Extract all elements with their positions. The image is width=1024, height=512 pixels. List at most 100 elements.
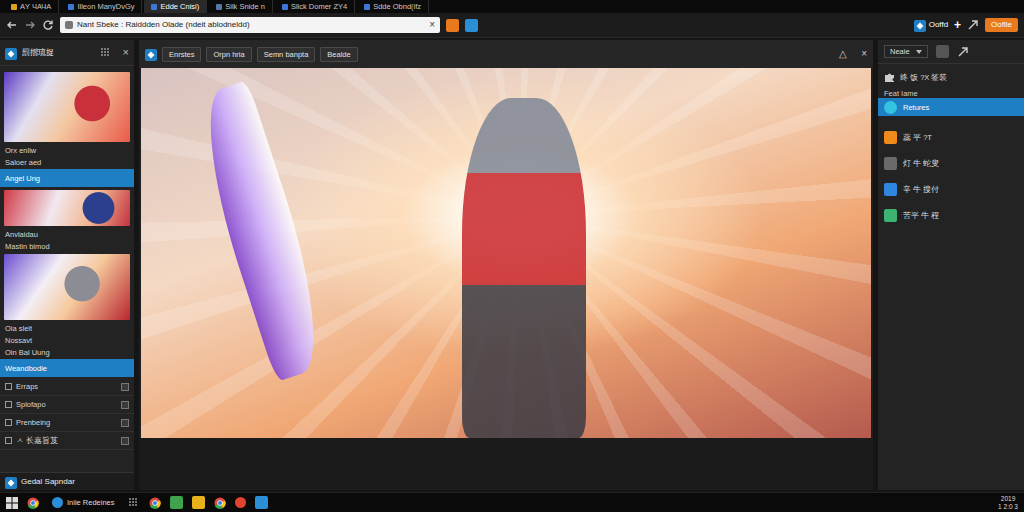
account-label: Ooffd <box>929 20 948 30</box>
thumbnail[interactable] <box>4 190 130 226</box>
sidebar-item[interactable]: Anvlaidau <box>0 228 134 240</box>
sidebar-item[interactable]: Nossavt <box>0 334 134 346</box>
reload-icon[interactable] <box>42 19 54 31</box>
illustration[interactable] <box>141 68 871 438</box>
sidebar-item-label: Oin Bal Uung <box>5 348 50 357</box>
browser-tab[interactable]: АΥ ЧАЧА <box>4 0 59 13</box>
gallery-sidebar: 罰摺琉捉×Orx enliwSaloer aedAngel UngAnvlaid… <box>0 40 134 490</box>
panel-heading-label: 终 饭 ?X 签装 <box>900 73 947 82</box>
browser-icon[interactable] <box>27 497 39 509</box>
sidebar-item[interactable]: Weandbodie <box>0 359 134 377</box>
browser-tab[interactable]: Slick Domer ZY4 <box>275 0 355 13</box>
caret-icon <box>916 50 922 54</box>
task-view-icon[interactable] <box>128 497 140 509</box>
viewer-logo-icon <box>145 48 157 60</box>
extension-icon[interactable] <box>465 19 478 32</box>
toolbar-button[interactable]: Bealde <box>320 47 357 62</box>
browser-icon[interactable] <box>149 497 161 509</box>
sidebar-list: Orx enliwSaloer aed Angel Ung Anvlaidau Mas… <box>0 66 134 472</box>
panel-item[interactable]: Retures <box>878 98 1024 116</box>
sidebar-item-label: Angel Ung <box>5 174 40 183</box>
account-logo-icon <box>914 19 926 31</box>
toolbar-button[interactable]: Enrstes <box>162 47 201 62</box>
sidebar-item[interactable]: Mastin bimod <box>0 240 134 252</box>
panel-item-label: 苦平 牛 程 <box>903 211 939 220</box>
clear-url-button[interactable]: × <box>429 20 435 30</box>
app-icon <box>52 497 63 508</box>
chrome-icon[interactable] <box>214 497 226 509</box>
browser-tab[interactable]: Sdde Obnd(ifz <box>357 0 429 13</box>
sidebar-option[interactable]: Prenbeing <box>0 414 134 432</box>
properties-panel: Neaie 终 饭 ?X 签装 Feat IameRetures 蕊 平 ?T灯 牛 … <box>878 40 1024 490</box>
expand-icon[interactable] <box>121 437 129 445</box>
sidebar-option[interactable]: ㅅ 长嘉旨芨 <box>0 432 134 450</box>
option-box-icon <box>5 401 12 408</box>
expand-icon[interactable] <box>121 383 129 391</box>
new-tab-button[interactable]: + <box>954 19 961 31</box>
blade-shape <box>184 80 338 382</box>
tab-label: Slick Domer ZY4 <box>291 2 347 11</box>
sidebar-item[interactable]: Oin Bal Uung <box>0 346 134 358</box>
option-box-icon <box>5 383 12 390</box>
folder-icon[interactable] <box>192 496 205 509</box>
sidebar-item[interactable]: Orx enliw <box>0 144 134 156</box>
taskbar: Iniie Redeines 20191 2:0 3 <box>0 492 1024 512</box>
sidebar-option[interactable]: Erraps <box>0 378 134 396</box>
sidebar-item-label: Anvlaidau <box>5 230 38 239</box>
back-arrow-icon[interactable] <box>6 19 18 31</box>
menu-icon[interactable] <box>936 45 949 58</box>
expand-icon[interactable] <box>121 419 129 427</box>
bookmark-icon[interactable] <box>446 19 459 32</box>
close-sidebar-button[interactable]: × <box>123 47 129 58</box>
panel-item[interactable]: 蕊 平 ?T <box>878 124 1024 150</box>
toolbar-button[interactable]: Orpn hria <box>206 47 251 62</box>
sidebar-option[interactable]: Splofapo <box>0 396 134 414</box>
thumbnail[interactable] <box>4 254 130 320</box>
app-logo-icon <box>5 476 17 488</box>
browser-tab[interactable]: Silk Snide n <box>209 0 273 13</box>
sidebar-item-label: Mastin bimod <box>5 242 50 251</box>
account-button[interactable]: Ooffd <box>914 19 948 31</box>
share-icon[interactable] <box>957 46 969 58</box>
panel-subheading: Feat Iame <box>878 84 1024 98</box>
files-icon[interactable] <box>170 496 183 509</box>
action-button[interactable]: Ooflle <box>985 18 1018 32</box>
expand-icon[interactable] <box>121 401 129 409</box>
sidebar-item-label: Oia sleit <box>5 324 32 333</box>
clock[interactable]: 20191 2:0 3 <box>998 495 1018 509</box>
toolbar-button[interactable]: Semn banpta <box>257 47 316 62</box>
view-dropdown[interactable]: Neaie <box>884 45 928 58</box>
item-icon <box>884 183 897 196</box>
share-icon[interactable] <box>967 19 979 31</box>
close-viewer-button[interactable]: × <box>861 49 867 59</box>
sidebar-item[interactable]: Angel Ung <box>0 169 134 187</box>
sidebar-item[interactable]: Saloer aed <box>0 156 134 168</box>
sidebar-footer[interactable]: Gedal Sapndar <box>0 472 134 490</box>
panel-item-label: 辛 牛 搜付 <box>903 185 939 194</box>
url-field[interactable]: Nant Sbeke : Raiddden Olade (ndeit ablod… <box>60 17 440 33</box>
panel-item[interactable]: 辛 牛 搜付 <box>878 176 1024 202</box>
panel-item[interactable]: 苦平 牛 程 <box>878 202 1024 228</box>
panel-item[interactable]: 灯 牛 蛇叟 <box>878 150 1024 176</box>
browser-tab-strip: АΥ ЧАЧАIlleon ManyDvGyEdde Cnisi)Silk Sn… <box>0 0 1024 13</box>
figure-shape <box>462 98 586 438</box>
media-icon[interactable] <box>235 497 246 508</box>
browser-tab[interactable]: Edde Cnisi) <box>144 0 207 13</box>
forward-arrow-icon[interactable] <box>24 19 36 31</box>
sidebar-item[interactable]: Oia sleit <box>0 322 134 334</box>
sort-button[interactable]: △ <box>839 49 847 59</box>
browser-window: АΥ ЧАЧАIlleon ManyDvGyEdde Cnisi)Silk Sn… <box>0 0 1024 512</box>
taskbar-app[interactable]: Iniie Redeines <box>48 497 119 508</box>
option-label: Splofapo <box>16 400 46 409</box>
panel-heading: 终 饭 ?X 签装 <box>878 64 1024 84</box>
option-label: Erraps <box>16 382 38 391</box>
browser-tab[interactable]: Illeon ManyDvGy <box>61 0 142 13</box>
sidebar-item-label: Nossavt <box>5 336 32 345</box>
toolbar-end: △× <box>839 49 867 59</box>
puzzle-icon <box>884 71 896 83</box>
grid-icon[interactable] <box>100 47 112 59</box>
thumbnail[interactable] <box>4 72 130 142</box>
windows-start-icon[interactable] <box>6 497 18 509</box>
store-icon[interactable] <box>255 496 268 509</box>
url-text[interactable]: Nant Sbeke : Raiddden Olade (ndeit ablod… <box>77 20 425 30</box>
